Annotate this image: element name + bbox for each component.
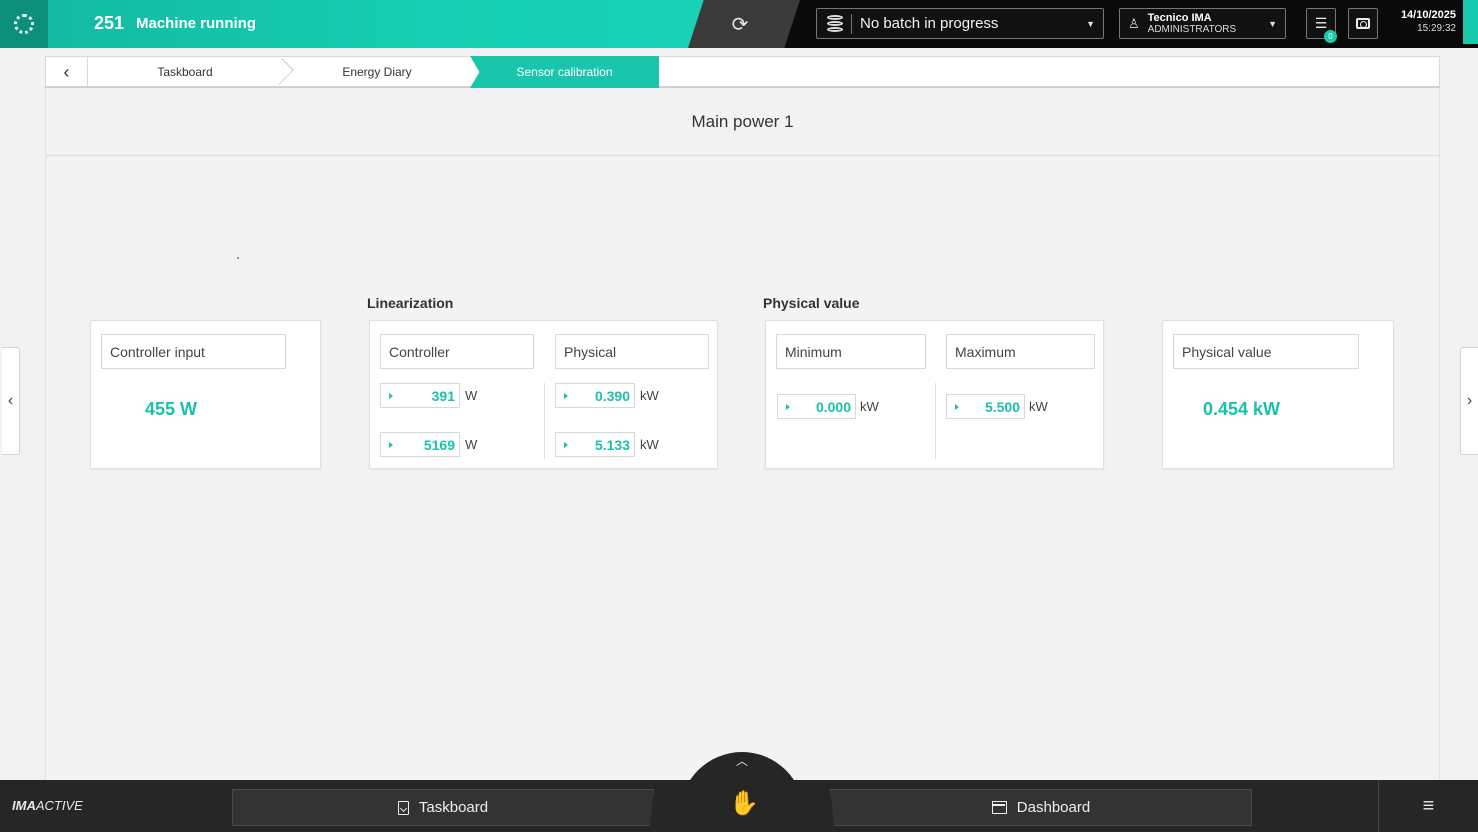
current-time: 15:29:32 — [1417, 23, 1456, 34]
chevron-right-icon: › — [1466, 392, 1473, 409]
back-button[interactable]: ‹ — [46, 57, 88, 87]
machine-state-code: 251 — [94, 13, 125, 33]
stray-dot — [237, 257, 239, 259]
column-divider — [935, 383, 936, 459]
batch-divider — [851, 13, 852, 34]
breadcrumb-sensor-calibration[interactable]: Sensor calibration — [470, 56, 659, 88]
linearization-physical-header: Physical — [555, 334, 709, 369]
linearization-label: Linearization — [367, 295, 454, 311]
user-selector[interactable]: ♙ Tecnico IMA ADMINISTRATORS ▼ — [1119, 8, 1286, 39]
chevron-left-icon: ‹ — [63, 61, 70, 82]
controller-point-2-unit: W — [465, 437, 478, 452]
column-divider — [544, 383, 545, 459]
camera-icon — [1356, 18, 1370, 29]
controller-point-1-value: 391 — [431, 387, 455, 404]
physical-point-2-input[interactable]: 5.133 — [555, 432, 635, 457]
breadcrumb-taskboard[interactable]: Taskboard — [89, 57, 281, 87]
sync-icon: ⟳ — [731, 13, 749, 36]
physical-value-reading: 0.454 kW — [1203, 399, 1281, 419]
activity-spinner-icon — [14, 14, 34, 34]
clipboard-icon — [397, 800, 409, 815]
minimum-value: 0.000 — [815, 398, 851, 415]
maximum-unit: kW — [1029, 399, 1048, 414]
main-menu-button[interactable]: ≡ — [1378, 780, 1478, 832]
page-title: Main power 1 — [691, 111, 794, 131]
panel-header: Main power 1 — [46, 88, 1439, 156]
breadcrumb-energy-diary[interactable]: Energy Diary — [281, 57, 473, 87]
maximum-header: Maximum — [946, 334, 1095, 369]
controller-point-2-value: 5169 — [423, 436, 455, 453]
chevron-left-icon: ‹ — [7, 392, 14, 409]
controller-input-value: 455 W — [145, 399, 198, 419]
linearization-controller-header: Controller — [380, 334, 534, 369]
physical-value-label: Physical value — [1173, 334, 1359, 369]
linearization-card: Controller Physical 391 W 0.390 kW 5169 … — [369, 320, 718, 469]
maximum-value: 5.500 — [984, 398, 1020, 415]
physical-point-1-value: 0.390 — [594, 387, 630, 404]
user-icon: ♙ — [1128, 15, 1140, 31]
previous-page-button[interactable]: ‹ — [2, 347, 20, 455]
screenshot-button[interactable] — [1348, 8, 1378, 39]
date-time: 14/10/2025 15:29:32 — [1386, 9, 1456, 35]
chevron-up-icon: ︿ — [736, 754, 749, 768]
minimum-header: Minimum — [776, 334, 926, 369]
breadcrumb: ‹ Taskboard Energy Diary Sensor calibrat… — [45, 56, 1440, 88]
controller-input-card: Controller input 455 W — [90, 320, 321, 469]
dashboard-button-label: Dashboard — [1016, 799, 1091, 816]
chevron-down-icon: ▼ — [1086, 18, 1095, 29]
machine-activity-button[interactable] — [0, 0, 48, 48]
message-count-badge: 0 — [1324, 30, 1337, 43]
database-icon — [827, 14, 843, 33]
controller-point-2-input[interactable]: 5169 — [380, 432, 460, 457]
messages-button[interactable]: ☰ 0 — [1306, 8, 1337, 43]
user-role: ADMINISTRATORS — [1147, 23, 1237, 35]
physical-range-card: Minimum Maximum 0.000 kW 5.500 kW — [765, 320, 1104, 469]
current-date: 14/10/2025 — [1400, 9, 1456, 21]
chevron-down-icon: ▼ — [1268, 18, 1277, 29]
sync-button[interactable]: ⟳ — [688, 0, 800, 48]
top-bar-accent — [1463, 0, 1478, 44]
minimum-unit: kW — [860, 399, 879, 414]
physical-range-label: Physical value — [763, 295, 860, 311]
hand-icon: ✋ — [729, 790, 759, 817]
taskboard-button-label: Taskboard — [418, 799, 489, 816]
controller-input-label: Controller input — [101, 334, 286, 369]
controller-point-1-input[interactable]: 391 — [380, 383, 460, 408]
physical-value-card: Physical value 0.454 kW — [1162, 320, 1394, 469]
hamburger-menu-icon: ≡ — [1422, 794, 1435, 817]
window-icon — [991, 801, 1007, 814]
batch-status-text: No batch in progress — [860, 15, 999, 32]
maximum-input[interactable]: 5.500 — [946, 394, 1025, 419]
physical-point-1-input[interactable]: 0.390 — [555, 383, 635, 408]
message-icon: ☰ — [1314, 15, 1328, 31]
controller-point-1-unit: W — [465, 388, 478, 403]
machine-state-label: Machine running — [136, 15, 256, 32]
dashboard-button[interactable]: Dashboard — [830, 789, 1252, 826]
taskboard-button[interactable]: Taskboard — [232, 789, 654, 826]
batch-selector[interactable]: No batch in progress ▼ — [816, 8, 1104, 39]
physical-point-2-value: 5.133 — [594, 436, 630, 453]
physical-point-2-unit: kW — [640, 437, 659, 452]
next-page-button[interactable]: › — [1460, 347, 1478, 455]
brand-bold: IMA — [12, 798, 36, 813]
brand-rest: ACTIVE — [35, 798, 83, 813]
user-name: Tecnico IMA — [1147, 11, 1212, 24]
brand-logo: IMAACTIVE — [12, 798, 83, 813]
minimum-input[interactable]: 0.000 — [777, 394, 856, 419]
physical-point-1-unit: kW — [640, 388, 659, 403]
